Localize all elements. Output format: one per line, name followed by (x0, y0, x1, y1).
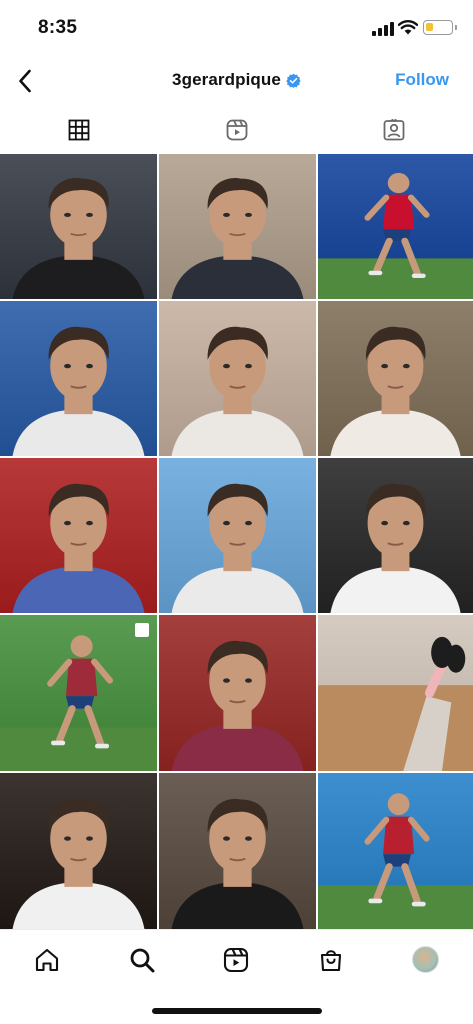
profile-header: 3gerardpique Follow (0, 56, 473, 106)
nav-reels[interactable] (189, 930, 284, 989)
post-thumbnail[interactable] (159, 773, 316, 929)
nav-profile[interactable] (378, 930, 473, 989)
nav-shop[interactable] (284, 930, 379, 989)
post-photo (12, 326, 145, 456)
post-photo (318, 172, 473, 299)
post-photo (330, 326, 461, 456)
tab-tagged[interactable] (315, 106, 473, 154)
reels-icon (224, 947, 249, 972)
post-thumbnail[interactable] (318, 773, 473, 929)
home-icon (36, 948, 59, 971)
follow-button[interactable]: Follow (395, 70, 449, 90)
post-photo (171, 326, 304, 456)
reels-icon (226, 119, 247, 141)
carousel-icon (135, 623, 149, 637)
post-thumbnail[interactable] (318, 615, 473, 771)
post-thumbnail[interactable] (318, 458, 473, 613)
profile-tabs (0, 106, 473, 154)
nav-home[interactable] (0, 930, 95, 989)
post-photo (318, 636, 473, 771)
post-thumbnail[interactable] (318, 154, 473, 299)
post-photo (12, 483, 145, 613)
avatar (412, 946, 440, 973)
post-photo (12, 178, 145, 299)
tagged-icon (383, 118, 405, 141)
verified-badge-icon (286, 73, 301, 88)
post-photo (12, 798, 145, 929)
post-thumbnail[interactable] (159, 301, 316, 456)
post-thumbnail[interactable] (159, 615, 316, 771)
home-indicator (152, 1008, 322, 1014)
post-thumbnail[interactable] (318, 301, 473, 456)
tab-reels[interactable] (158, 106, 316, 154)
post-thumbnail[interactable] (159, 154, 316, 299)
post-photo (171, 640, 304, 771)
shop-icon (321, 949, 342, 971)
post-photo (318, 793, 473, 929)
grid-icon (68, 119, 90, 141)
post-thumbnail[interactable] (0, 773, 157, 929)
post-thumbnail[interactable] (159, 458, 316, 613)
post-photo (171, 178, 304, 299)
post-photo (171, 798, 304, 929)
battery-fill (426, 23, 433, 31)
post-thumbnail[interactable] (0, 615, 157, 771)
tab-posts[interactable] (0, 106, 158, 154)
post-thumbnail[interactable] (0, 154, 157, 299)
post-thumbnail[interactable] (0, 458, 157, 613)
battery-cap (455, 25, 457, 30)
post-photo (171, 483, 304, 613)
wifi-icon (398, 20, 418, 35)
post-photo (330, 483, 461, 613)
post-thumbnail[interactable] (0, 301, 157, 456)
bottom-nav (0, 929, 473, 989)
post-photo (0, 635, 157, 771)
search-icon (130, 948, 155, 972)
battery-icon (423, 20, 453, 35)
status-bar: 8:35 (0, 0, 473, 56)
username: 3gerardpique (172, 70, 281, 89)
status-time: 8:35 (38, 17, 78, 38)
posts-grid (0, 154, 473, 929)
nav-search[interactable] (95, 930, 190, 989)
signal-icon (372, 22, 394, 36)
